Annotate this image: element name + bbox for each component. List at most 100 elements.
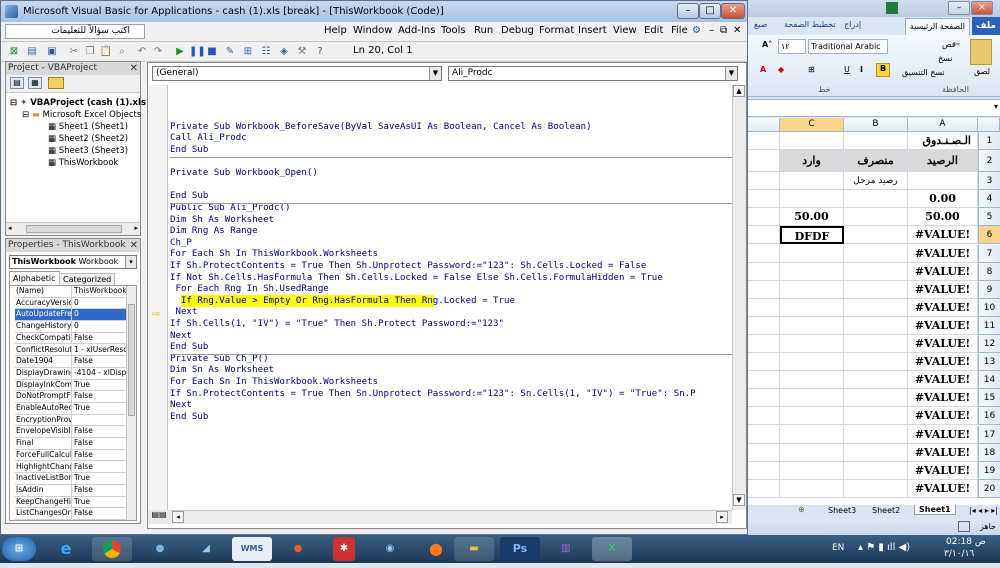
- row-header[interactable]: 17: [978, 425, 1000, 444]
- view-object-icon[interactable]: ▦: [28, 77, 42, 89]
- excel-tab-page-layout[interactable]: تخطيط الصفحة: [784, 20, 836, 29]
- cell-a1[interactable]: الـصـنـدوق: [908, 132, 978, 151]
- cell-b2[interactable]: منصرف: [844, 150, 908, 173]
- code-line[interactable]: End Sub: [170, 342, 208, 352]
- cell-b16[interactable]: [844, 407, 908, 426]
- app-icon-3[interactable]: ●: [278, 537, 318, 561]
- menu-file[interactable]: File: [671, 25, 688, 36]
- code-line[interactable]: End Sub: [170, 145, 208, 155]
- cell-d3[interactable]: [748, 172, 780, 191]
- cell-c19[interactable]: [780, 461, 844, 480]
- hscroll-right-icon[interactable]: ▸: [716, 511, 728, 523]
- cell-b9[interactable]: [844, 280, 908, 299]
- menu-format[interactable]: Format: [539, 25, 574, 36]
- column-header-a[interactable]: A: [908, 118, 978, 132]
- macro-record-icon[interactable]: [958, 521, 970, 532]
- column-header-c[interactable]: C: [780, 118, 844, 132]
- cell-a2[interactable]: الرصيد: [908, 150, 978, 173]
- cell-b19[interactable]: [844, 461, 908, 480]
- cell-a18[interactable]: #VALUE!: [908, 443, 978, 462]
- scroll-down-icon[interactable]: ▼: [733, 494, 745, 506]
- row-header[interactable]: 3: [978, 172, 1000, 191]
- menu-run[interactable]: Run: [474, 25, 493, 36]
- chrome-icon[interactable]: [92, 537, 132, 561]
- property-row[interactable]: DisplayDrawingObjects-4104 - xlDisplaySh…: [15, 367, 129, 380]
- object-browser-icon[interactable]: ◈: [277, 45, 291, 59]
- tab-categorized[interactable]: Categorized: [59, 273, 116, 285]
- cell-a15[interactable]: #VALUE!: [908, 389, 978, 408]
- menu-debug[interactable]: Debug: [501, 25, 534, 36]
- cell-c4[interactable]: [780, 190, 844, 209]
- cell-c12[interactable]: [780, 335, 844, 354]
- property-value[interactable]: ThisWorkbook: [73, 286, 129, 295]
- scroll-left-icon[interactable]: ◂: [8, 224, 12, 232]
- cell-d20[interactable]: [748, 479, 780, 498]
- property-row[interactable]: InactiveListBorderVisibleTrue: [15, 473, 129, 485]
- property-value[interactable]: True: [73, 403, 129, 412]
- cell-b12[interactable]: [844, 335, 908, 354]
- row-header[interactable]: 20: [978, 479, 1000, 498]
- cell-c1[interactable]: [780, 132, 844, 151]
- column-header-d[interactable]: [748, 118, 780, 132]
- cell-c11[interactable]: [780, 316, 844, 335]
- menu-view[interactable]: View: [613, 25, 637, 36]
- code-line[interactable]: If Sh.ProtectContents = True Then Sh.Unp…: [170, 261, 646, 271]
- excel-minimize-button[interactable]: –: [948, 1, 970, 15]
- property-value[interactable]: False: [73, 438, 129, 447]
- cell-b3[interactable]: رصيد مرحل: [844, 172, 908, 191]
- cell-a16[interactable]: #VALUE!: [908, 407, 978, 426]
- property-row[interactable]: HighlightChangesOnScreenFalse: [15, 461, 129, 474]
- vbe-maximize-button[interactable]: □: [699, 3, 721, 19]
- cell-a17[interactable]: #VALUE!: [908, 425, 978, 444]
- cell-c10[interactable]: [780, 298, 844, 317]
- sheet-nav-icon[interactable]: |◂ ◂ ▸ ▸|: [969, 506, 998, 515]
- sheet-tab-sheet1[interactable]: Sheet1: [914, 505, 956, 515]
- property-value[interactable]: 0: [73, 298, 129, 307]
- code-editor[interactable]: Private Sub Workbook_BeforeSave(ByVal Sa…: [170, 85, 732, 510]
- property-row[interactable]: ConflictResolution1 - xlUserResolution: [15, 344, 129, 357]
- redo-icon[interactable]: ↷: [151, 45, 165, 59]
- fill-color-icon[interactable]: ◆: [778, 65, 784, 74]
- object-combo[interactable]: (General) ▼: [152, 66, 442, 81]
- cell-a10[interactable]: #VALUE!: [908, 298, 978, 317]
- underline-button[interactable]: U: [844, 65, 850, 74]
- cell-b20[interactable]: [844, 479, 908, 498]
- code-line[interactable]: For Each Sh In ThisWorkbook.Worksheets: [170, 249, 378, 259]
- cell-c2[interactable]: وارد: [780, 150, 844, 173]
- object-selector-arrow-icon[interactable]: ▾: [125, 256, 136, 268]
- cell-c5[interactable]: 50.00: [780, 208, 844, 227]
- tree-thisworkbook[interactable]: ▦ ThisWorkbook: [48, 158, 118, 168]
- cell-a12[interactable]: #VALUE!: [908, 335, 978, 354]
- code-line[interactable]: For Each Sn In ThisWorkbook.Worksheets: [170, 377, 378, 387]
- menu-edit[interactable]: Edit: [644, 25, 663, 36]
- procedure-combo[interactable]: Ali_Prodc ▼: [448, 66, 738, 81]
- property-value[interactable]: True: [73, 497, 129, 506]
- save-icon[interactable]: ▣: [45, 45, 59, 59]
- tray-icons[interactable]: ▴ ⚑ ▮ ıll ◀): [858, 542, 910, 553]
- code-line[interactable]: End Sub: [170, 412, 208, 422]
- mdi-minimize-icon[interactable]: –: [709, 25, 714, 36]
- code-line[interactable]: For Each Rng In Sh.UsedRange: [170, 284, 328, 294]
- run-icon[interactable]: ▶: [173, 45, 187, 59]
- mdi-close-icon[interactable]: ✕: [733, 25, 741, 36]
- font-name-box[interactable]: Traditional Arabic: [808, 39, 888, 54]
- sheet-tab-sheet2[interactable]: Sheet2: [872, 506, 900, 515]
- code-line[interactable]: Call Ali_Prodc: [170, 133, 247, 143]
- code-line[interactable]: Next: [170, 331, 192, 341]
- row-header[interactable]: 6: [978, 226, 1000, 245]
- cell-d9[interactable]: [748, 280, 780, 299]
- properties-scroll-thumb[interactable]: [128, 304, 135, 416]
- cell-d10[interactable]: [748, 298, 780, 317]
- cell-c3[interactable]: [780, 172, 844, 191]
- excel-tab-home[interactable]: الصفحة الرئيسية: [904, 18, 970, 35]
- property-value[interactable]: False: [73, 391, 129, 400]
- folder-excel-objects[interactable]: ⊟ ▬ Microsoft Excel Objects: [22, 110, 141, 120]
- property-row[interactable]: AutoUpdateFrequency0: [15, 309, 129, 322]
- project-hscrollbar[interactable]: ◂ ▸: [6, 222, 140, 235]
- property-value[interactable]: False: [73, 356, 129, 365]
- cell-d8[interactable]: [748, 262, 780, 281]
- property-row[interactable]: ChangeHistoryDuration0: [15, 321, 129, 333]
- toggle-folders-icon[interactable]: [48, 77, 64, 89]
- cell-c18[interactable]: [780, 443, 844, 462]
- code-line[interactable]: If Sh.Cells(1, "IV") = "True" Then Sh.Pr…: [170, 319, 504, 329]
